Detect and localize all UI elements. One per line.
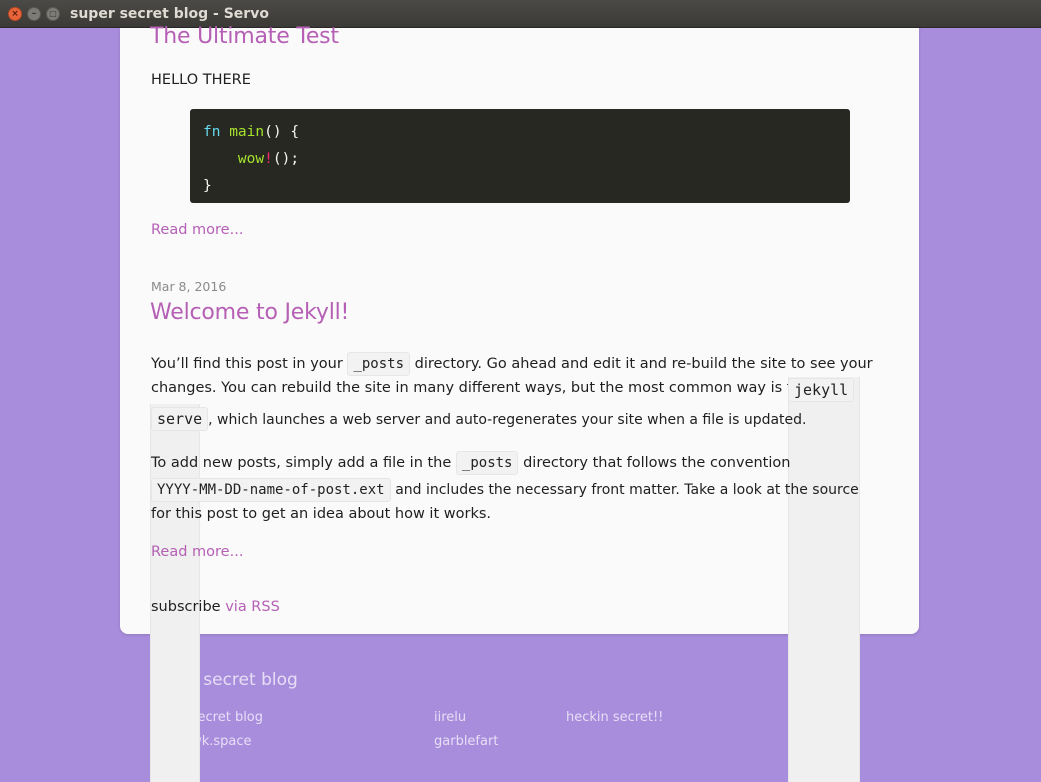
close-icon: × bbox=[11, 8, 19, 19]
code-line: fn main() { bbox=[203, 124, 300, 140]
inline-code: YYYY-MM-DD-name-of-post.ext bbox=[151, 478, 391, 502]
inline-code: jekyll bbox=[788, 378, 855, 402]
read-more-link[interactable]: Read more... bbox=[151, 544, 243, 560]
paragraph-line: for this post to get an idea about how i… bbox=[151, 506, 492, 522]
paragraph-line: You’ll find this post in your _posts dir… bbox=[151, 352, 873, 376]
code-line: wow!(); bbox=[237, 151, 300, 167]
paragraph-line: changes. You can rebuild the site in man… bbox=[151, 380, 831, 396]
minimize-icon: – bbox=[31, 8, 37, 19]
render-artifact bbox=[150, 634, 200, 782]
subscribe-line: subscribe via RSS bbox=[151, 599, 280, 615]
minimize-window-button[interactable]: – bbox=[27, 6, 41, 21]
render-artifact bbox=[788, 634, 860, 782]
maximize-window-button[interactable]: □ bbox=[46, 6, 60, 21]
code-line: } bbox=[203, 178, 212, 194]
inline-code: serve bbox=[151, 407, 209, 431]
inline-code: _posts bbox=[455, 451, 519, 475]
read-more-link[interactable]: Read more... bbox=[151, 222, 243, 238]
footer-link-garblefart[interactable]: garblefart bbox=[434, 734, 498, 749]
footer-description: heckin secret!! bbox=[566, 710, 664, 725]
paragraph-line: To add new posts, simply add a file in t… bbox=[151, 451, 790, 475]
paragraph-line: serve, which launches a web server and a… bbox=[151, 407, 807, 431]
post-title-welcome-to-jekyll[interactable]: Welcome to Jekyll! bbox=[150, 300, 349, 325]
window-title: super secret blog - Servo bbox=[70, 5, 269, 22]
post-title-ultimate-test[interactable]: The Ultimate Test bbox=[150, 24, 339, 49]
maximize-icon: □ bbox=[49, 9, 57, 18]
post-date: Mar 8, 2016 bbox=[151, 279, 227, 294]
footer-link-iirelu[interactable]: iirelu bbox=[434, 710, 466, 725]
content-card: The Ultimate Test HELLO THERE fn main() … bbox=[120, 24, 919, 782]
paragraph-line: YYYY-MM-DD-name-of-post.ext and includes… bbox=[151, 478, 859, 502]
inline-code: _posts bbox=[347, 352, 411, 376]
subscribe-label: subscribe bbox=[151, 599, 221, 615]
post-excerpt: HELLO THERE bbox=[151, 72, 251, 88]
code-block: fn main() { wow!(); } bbox=[190, 109, 850, 203]
close-window-button[interactable]: × bbox=[8, 6, 22, 21]
rss-link[interactable]: via RSS bbox=[225, 599, 280, 615]
